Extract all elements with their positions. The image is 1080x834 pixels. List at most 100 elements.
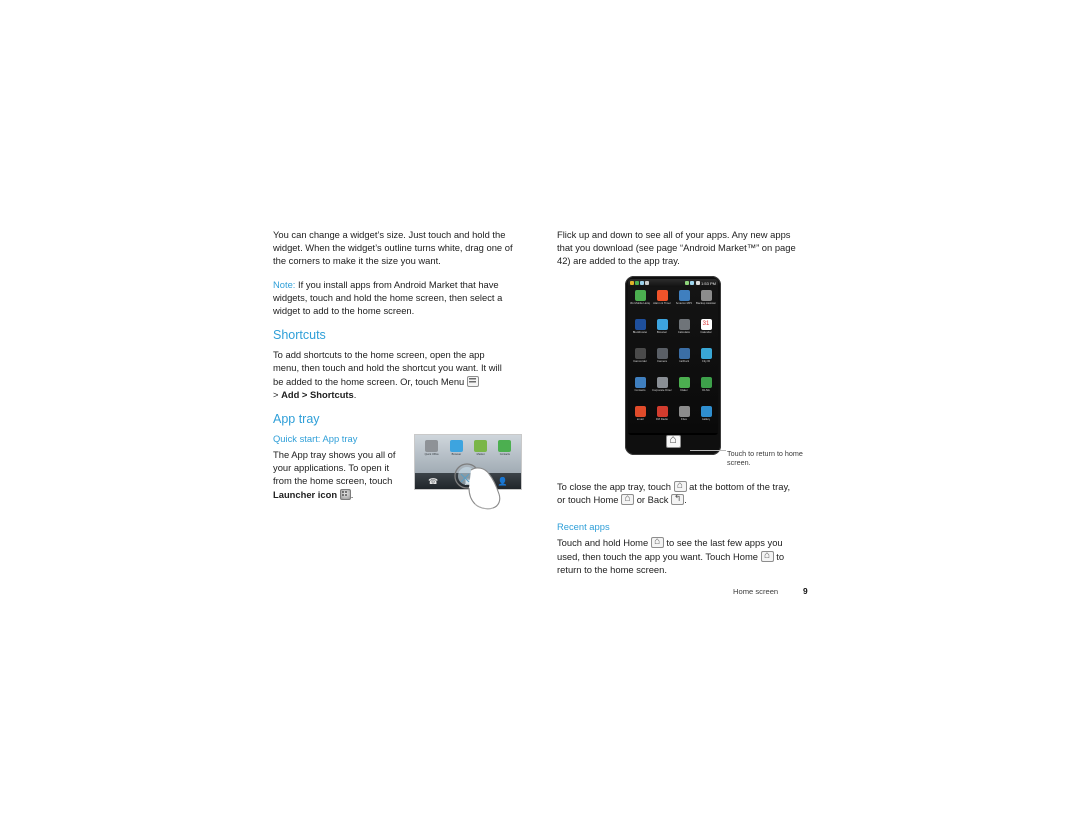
app-tray-grid: 3G Mobile Hotspot Alarm & Timer Amazon M…: [628, 287, 718, 433]
app-tray-item-label: DLNA: [702, 389, 710, 392]
heading-app-tray: App tray: [273, 412, 320, 427]
blockbuster-icon: [634, 319, 646, 330]
paragraph-note: Note: If you install apps from Android M…: [273, 278, 513, 318]
footer-section: Home screen: [733, 587, 779, 596]
app-tray-text-1: The App tray shows you all of your appli…: [273, 449, 396, 487]
app-tray-item[interactable]: Alarm & Timer: [651, 290, 673, 317]
app-tray-text-2: .: [350, 488, 354, 500]
app-tray-item[interactable]: Corporate Directory: [651, 377, 673, 404]
app-tray-item[interactable]: FM Radio: [651, 406, 673, 433]
status-bar-time: 1:53 PM: [701, 280, 716, 286]
app-tray-item-label: CarDock: [678, 360, 690, 363]
market-icon: [474, 440, 488, 452]
shortcuts-text-3: .: [353, 388, 357, 400]
home-thumbnail-app-label: Quick Office: [424, 453, 439, 456]
home-thumbnail-app: Browser: [449, 440, 463, 456]
paragraph-recent-apps: Touch and hold Home to see the last few …: [557, 535, 797, 576]
cardock-icon: [678, 348, 690, 359]
app-tray-item-label: Dialer: [680, 389, 688, 392]
app-tray-item[interactable]: 31 Calendar: [695, 319, 717, 346]
app-tray-item[interactable]: Contacts: [629, 377, 651, 404]
app-tray-item[interactable]: Amazon MP3: [673, 290, 695, 317]
app-tray-item-label: Backup Assistant: [696, 302, 716, 305]
contacts-icon: [634, 377, 646, 388]
manual-page: You can change a widget’s size. Just tou…: [0, 0, 1080, 834]
note-label: Note:: [273, 278, 296, 290]
calendar-icon: 31: [700, 319, 712, 330]
callout-leader-line: [690, 450, 726, 451]
email-icon: [634, 406, 646, 417]
app-tray-item-label: Contacts: [634, 389, 646, 392]
home-thumbnail-app: Quick Office: [425, 440, 439, 456]
app-tray-item[interactable]: 3G Mobile Hotspot: [629, 290, 651, 317]
home-icon: [650, 535, 664, 549]
app-tray-item-label: Camcorder: [633, 360, 647, 363]
app-tray-item-label: Files: [681, 418, 687, 421]
shortcuts-text-2: >: [273, 388, 282, 400]
app-tray-item[interactable]: CarDock: [673, 348, 695, 375]
home-thumbnail-app: Market: [474, 440, 488, 456]
home-icon[interactable]: [665, 432, 681, 448]
home-icon: [760, 549, 774, 562]
app-tray-item-label: Browser: [656, 331, 668, 334]
wifi-icon: [684, 281, 689, 285]
heading-shortcuts: Shortcuts: [273, 328, 326, 343]
app-tray-item[interactable]: Blockbuster: [629, 319, 651, 346]
quickoffice-icon: [425, 440, 439, 452]
app-tray-item[interactable]: Camcorder: [629, 348, 651, 375]
launcher-icon: [339, 488, 351, 500]
app-tray-item[interactable]: Camera: [651, 348, 673, 375]
phone-illustration: 1:53 PM 3G Mobile Hotspot Alarm & Timer …: [625, 276, 721, 455]
sync-icon: [635, 281, 639, 285]
recent-text-1: Touch and hold Home: [557, 537, 651, 549]
close-text-3: or Back: [634, 494, 672, 506]
gallery-icon: [700, 406, 712, 417]
app-tray-item-label: Corporate Directory: [652, 389, 672, 392]
home-thumbnail-app-label: Browser: [451, 453, 462, 456]
signal-icon: [690, 281, 695, 285]
app-tray-item[interactable]: Files: [673, 406, 695, 433]
paragraph-close-tray: To close the app tray, touch at the bott…: [557, 479, 797, 506]
right-column-lower: To close the app tray, touch at the bott…: [557, 479, 797, 586]
app-tray-text-bold: Launcher icon: [273, 488, 338, 500]
app-tray-item[interactable]: City ID: [695, 348, 717, 375]
paragraph-app-tray: The App tray shows you all of your appli…: [273, 448, 403, 501]
camera-icon: [656, 348, 668, 359]
app-tray-item[interactable]: Calculator: [673, 319, 695, 346]
app-tray-item[interactable]: Dialer: [673, 377, 695, 404]
app-tray-item[interactable]: Gallery: [695, 406, 717, 433]
app-tray-item[interactable]: DLNA: [695, 377, 717, 404]
right-column: Flick up and down to see all of your app…: [557, 228, 797, 278]
app-tray-item-label: Camera: [657, 360, 667, 363]
usb-icon: [640, 281, 644, 285]
app-tray-item-label: Calendar: [700, 331, 712, 334]
app-tray-item-label: Amazon MP3: [675, 302, 693, 305]
home-icon: [621, 492, 635, 505]
app-tray-item[interactable]: Backup Assistant: [695, 290, 717, 317]
contacts-icon: [498, 440, 512, 452]
dlna-icon: [700, 377, 712, 388]
notification-icon: [645, 281, 649, 285]
phone-screen: 1:53 PM 3G Mobile Hotspot Alarm & Timer …: [628, 279, 718, 435]
app-tray-item-label: Email: [636, 418, 644, 421]
shortcuts-text-bold: Add > Shortcuts: [281, 388, 354, 400]
browser-icon: [656, 319, 668, 330]
footer-page-number: 9: [803, 586, 808, 596]
back-icon: [671, 492, 685, 505]
app-tray-item[interactable]: Browser: [651, 319, 673, 346]
city-id-icon: [700, 348, 712, 359]
home-thumbnail-icons: Quick Office Browser Market Contacts: [419, 440, 517, 456]
close-text-4: .: [684, 494, 687, 506]
paragraph-flick: Flick up and down to see all of your app…: [557, 229, 796, 267]
files-icon: [678, 406, 690, 417]
status-bar-left-icons: [630, 281, 649, 285]
phone-icon: ☎: [428, 476, 439, 486]
camcorder-icon: [634, 348, 646, 359]
app-tray-item[interactable]: Email: [629, 406, 651, 433]
paragraph-shortcuts: To add shortcuts to the home screen, ope…: [273, 348, 513, 401]
home-thumbnail-app-label: Market: [476, 453, 485, 456]
app-tray-item-label: Gallery: [701, 418, 711, 421]
app-tray-item-label: 3G Mobile Hotspot: [630, 302, 650, 305]
3g-mobile-hotspot-icon: [634, 290, 646, 301]
alarm-timer-icon: [656, 290, 668, 301]
